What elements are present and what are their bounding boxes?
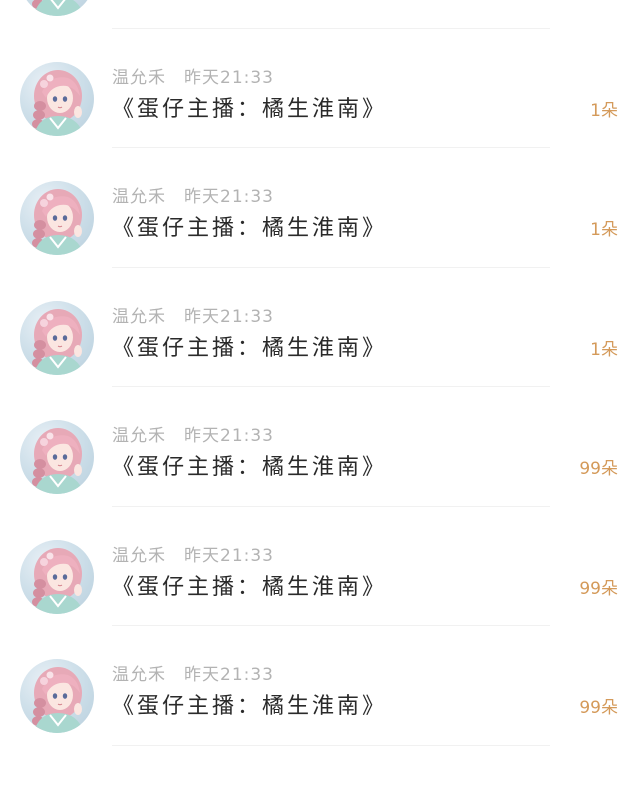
avatar[interactable]: [20, 300, 94, 375]
gift-record-row[interactable]: 温允禾 昨天21:33 《蛋仔主播：橘生淮南》 1朵: [0, 148, 640, 268]
gift-record-row[interactable]: 温允禾 昨天21:33 《蛋仔主播：橘生淮南》 99朵: [0, 387, 640, 507]
flower-count: 1朵: [590, 100, 618, 121]
send-time: 昨天21:33: [184, 187, 274, 207]
anime-girl-avatar-icon: [32, 308, 84, 375]
flower-count: 99朵: [579, 459, 618, 479]
avatar[interactable]: [20, 61, 94, 136]
anime-girl-avatar-icon: [32, 547, 84, 614]
gift-record-row[interactable]: 温允禾 昨天21:33 《蛋仔主播：橘生淮南》 99朵: [0, 507, 640, 626]
anime-girl-avatar-icon: [32, 0, 84, 16]
name-time-line: 温允禾 昨天21:33: [112, 541, 274, 566]
name-time-line: 温允禾 昨天21:33: [112, 302, 274, 327]
send-time: 昨天21:33: [184, 67, 274, 88]
name-time-line: 温允禾 昨天21:33: [112, 63, 274, 88]
anime-girl-avatar-icon: [32, 69, 84, 136]
sender-name: 温允禾: [112, 67, 166, 88]
sender-name: 温允禾: [112, 426, 166, 446]
flower-count: 1朵: [590, 220, 618, 240]
avatar[interactable]: [20, 181, 94, 255]
name-time-line: 温允禾 昨天21:33: [112, 421, 274, 446]
sender-name: 温允禾: [112, 545, 166, 566]
anime-girl-avatar-icon: [32, 428, 84, 494]
avatar[interactable]: [20, 0, 94, 16]
gift-title: 《蛋仔主播：橘生淮南》: [112, 694, 388, 719]
gift-title: 《蛋仔主播：橘生淮南》: [112, 574, 388, 600]
gift-title: 《蛋仔主播：橘生淮南》: [112, 96, 388, 122]
flower-count: 99朵: [579, 578, 618, 599]
avatar[interactable]: [20, 659, 94, 733]
flower-count: 1朵: [590, 339, 618, 360]
send-time: 昨天21:33: [184, 306, 274, 327]
sender-name: 温允禾: [112, 306, 166, 327]
name-time-line: 温允禾 昨天21:33: [112, 182, 274, 207]
gift-title: 《蛋仔主播：橘生淮南》: [112, 216, 388, 241]
sender-name: 温允禾: [112, 665, 166, 685]
name-time-line: 温允禾 昨天21:33: [112, 660, 274, 685]
gift-title: 《蛋仔主播：橘生淮南》: [112, 335, 388, 361]
gift-record-row[interactable]: 温允禾 昨天21:33 《蛋仔主播：橘生淮南》 99朵: [0, 626, 640, 746]
gift-title: 《蛋仔主播：橘生淮南》: [112, 0, 387, 3]
avatar[interactable]: [20, 420, 94, 494]
anime-girl-avatar-icon: [32, 667, 84, 733]
gift-record-row[interactable]: 温允禾 昨天21:33 《蛋仔主播：橘生淮南》 1朵: [0, 268, 640, 387]
send-time: 昨天21:33: [184, 665, 274, 685]
send-time: 昨天21:33: [184, 545, 274, 566]
flower-count: 99朵: [579, 698, 618, 718]
gift-record-row[interactable]: 温允禾昨天21:34 《蛋仔主播：橘生淮南》 1朵: [0, 0, 640, 29]
avatar[interactable]: [20, 539, 94, 614]
anime-girl-avatar-icon: [32, 189, 84, 255]
flower-count: 1朵: [590, 0, 618, 1]
gift-record-row[interactable]: 温允禾 昨天21:33 《蛋仔主播：橘生淮南》 1朵: [0, 29, 640, 148]
send-time: 昨天21:33: [184, 426, 274, 446]
gift-title: 《蛋仔主播：橘生淮南》: [112, 455, 388, 480]
sender-name: 温允禾: [112, 187, 166, 207]
gift-record-list: 温允禾昨天21:34 《蛋仔主播：橘生淮南》 1朵 温允禾昨天21:33 《蛋仔…: [0, 0, 640, 746]
row-divider: [112, 744, 550, 746]
